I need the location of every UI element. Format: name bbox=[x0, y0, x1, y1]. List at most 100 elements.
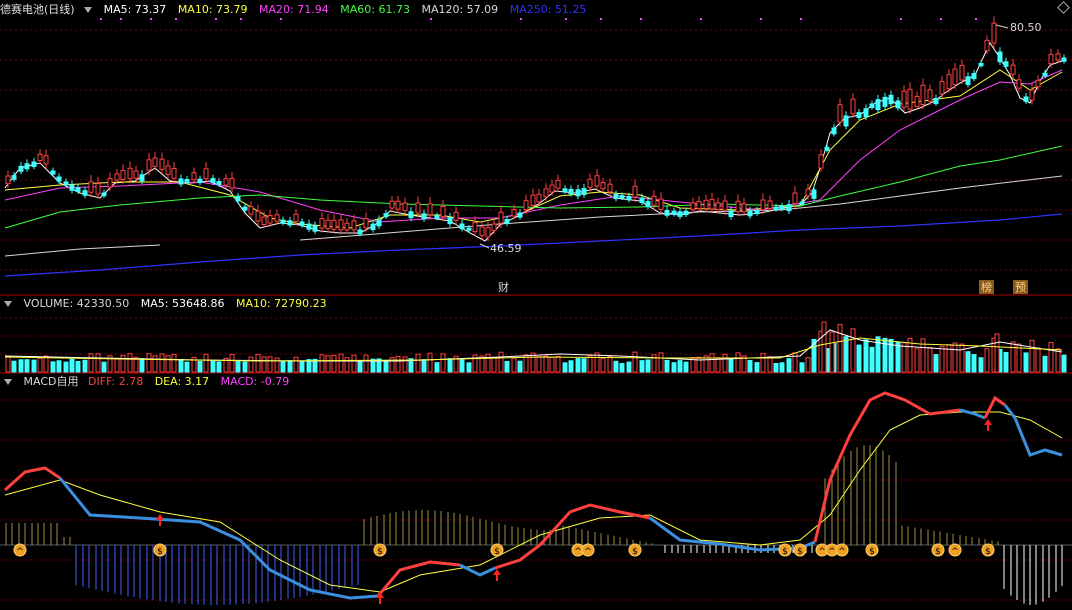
volume-bar bbox=[325, 355, 331, 373]
volume-bar bbox=[216, 361, 222, 373]
candle bbox=[517, 212, 523, 218]
candle bbox=[664, 210, 670, 216]
volume-bar bbox=[229, 354, 235, 373]
candle bbox=[767, 200, 773, 209]
candle bbox=[114, 173, 120, 181]
volume-bar bbox=[242, 361, 248, 373]
candle bbox=[863, 108, 869, 118]
volume-bar bbox=[43, 355, 49, 373]
volume-legend: VOLUME: 42330.50 MA5: 53648.86 MA10: 727… bbox=[0, 296, 335, 312]
candle bbox=[1048, 54, 1054, 65]
top-tick-mark bbox=[975, 18, 977, 20]
volume-bar bbox=[575, 358, 581, 373]
volume-bar bbox=[31, 359, 37, 373]
candle bbox=[549, 184, 555, 193]
candle bbox=[248, 206, 254, 215]
volume-bar bbox=[683, 361, 689, 373]
candle bbox=[210, 178, 216, 183]
volume-bar bbox=[959, 343, 965, 373]
volume-bar bbox=[5, 356, 11, 373]
diff-line bbox=[1003, 404, 1063, 457]
signal-coin-glyph: $ bbox=[797, 547, 803, 557]
volume-bar bbox=[139, 358, 145, 373]
volume-bar bbox=[69, 358, 75, 373]
candle bbox=[933, 97, 939, 105]
volume-bar bbox=[722, 353, 728, 373]
volume-bar bbox=[491, 357, 497, 373]
ma20-legend: MA20: 71.94 bbox=[259, 3, 329, 16]
candle bbox=[504, 219, 510, 224]
candle bbox=[363, 218, 369, 229]
candle bbox=[562, 188, 568, 193]
volume-bar bbox=[127, 353, 133, 373]
candle bbox=[907, 88, 913, 110]
candle bbox=[402, 202, 408, 212]
candle bbox=[843, 115, 849, 127]
volume-bar bbox=[837, 324, 843, 373]
candle bbox=[101, 192, 107, 197]
signal-coin-glyph: $ bbox=[935, 547, 941, 557]
candle bbox=[555, 179, 561, 189]
volume-bar bbox=[626, 361, 632, 373]
volume-bar bbox=[299, 360, 305, 373]
signal-coin-glyph: ^ bbox=[584, 547, 592, 557]
dropdown-triangle-icon[interactable] bbox=[84, 7, 93, 13]
volume-bar bbox=[146, 353, 152, 373]
volume-bar bbox=[63, 361, 69, 373]
volume-bar bbox=[338, 353, 344, 373]
candle bbox=[607, 183, 613, 193]
volume-bar bbox=[581, 358, 587, 373]
signal-coin-glyph: $ bbox=[157, 547, 163, 557]
volume-bar bbox=[747, 359, 753, 373]
candle bbox=[1016, 79, 1022, 89]
candle bbox=[1035, 79, 1041, 88]
candle bbox=[498, 211, 504, 224]
candle bbox=[619, 195, 625, 199]
volume-bar bbox=[37, 357, 43, 373]
volume-bar bbox=[805, 357, 811, 373]
volume-bar bbox=[939, 345, 945, 373]
volume-bar bbox=[914, 348, 920, 373]
volume-bar bbox=[351, 354, 357, 373]
volume-bar bbox=[171, 353, 177, 373]
volume-bar bbox=[754, 362, 760, 373]
candle bbox=[235, 196, 241, 202]
candle bbox=[338, 219, 344, 231]
candle bbox=[319, 218, 325, 229]
volume-bar bbox=[632, 351, 638, 373]
volume-bar bbox=[235, 360, 241, 373]
volume-bar bbox=[549, 356, 555, 373]
volume-bar bbox=[658, 352, 664, 373]
dropdown-triangle-icon[interactable] bbox=[4, 301, 12, 307]
volume-bar bbox=[440, 353, 446, 373]
ma120-legend: MA120: 57.09 bbox=[421, 3, 499, 16]
candle bbox=[408, 211, 414, 219]
candle bbox=[383, 213, 389, 218]
candle bbox=[850, 98, 856, 115]
volume-bar bbox=[50, 361, 56, 373]
volume-bar bbox=[447, 358, 453, 373]
volume-bar bbox=[293, 356, 299, 373]
volume-bar bbox=[709, 353, 715, 373]
top-tick-mark bbox=[640, 18, 642, 20]
candle bbox=[946, 74, 952, 90]
dropdown-triangle-icon[interactable] bbox=[4, 379, 12, 385]
candle bbox=[171, 167, 177, 179]
candle bbox=[677, 211, 683, 217]
candle bbox=[43, 155, 49, 165]
volume-bar bbox=[568, 360, 574, 373]
volume-bar bbox=[779, 362, 785, 373]
volume-bar bbox=[24, 359, 30, 373]
candle bbox=[229, 177, 235, 189]
price-low-label: 46.59 bbox=[490, 242, 522, 255]
volume-bar bbox=[821, 321, 827, 373]
candle bbox=[639, 197, 645, 204]
macd-title: MACD自用 bbox=[23, 375, 79, 388]
candle bbox=[792, 192, 798, 204]
volume-bar bbox=[869, 346, 875, 373]
price-high-label: 80.50 bbox=[1010, 21, 1042, 34]
candle bbox=[216, 181, 222, 186]
signal-coin-glyph: ^ bbox=[838, 547, 846, 557]
candle bbox=[274, 214, 280, 222]
candle bbox=[594, 175, 600, 187]
